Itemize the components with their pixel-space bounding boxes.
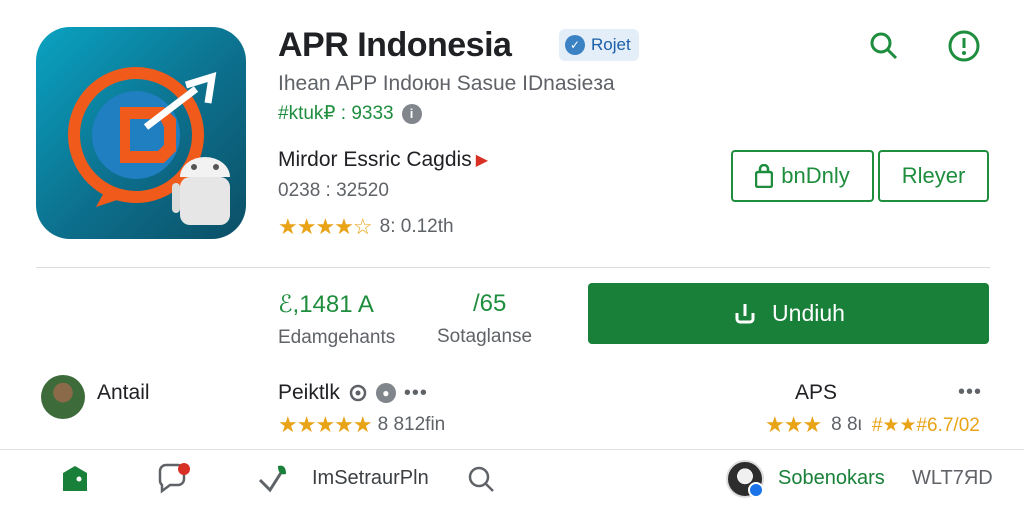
right-label: APS <box>795 381 838 404</box>
rating-row: ★★★★☆ 8: 0.12th <box>278 214 454 240</box>
review-title-row: Peiktlk ● ••• <box>278 381 428 405</box>
user-icon[interactable]: ● <box>375 383 396 403</box>
reviewer-avatar[interactable] <box>41 375 85 419</box>
review-stars: ★★★★★ <box>278 412 373 437</box>
stat-downloads: ℰ,1481 A Edamgehants <box>278 290 395 349</box>
download-icon <box>735 303 755 323</box>
right-stars: ★★★ <box>765 412 822 437</box>
profile-link[interactable]: Sobenokars <box>778 467 885 490</box>
app-version: 0238 : 32520 <box>278 180 389 201</box>
nav-search-text[interactable]: ImSetraurPln <box>312 467 429 490</box>
review-rating: ★★★★★ 8 812fin <box>278 412 445 438</box>
stat-value: /65 <box>473 290 507 317</box>
app-title: APR Indonesia <box>278 26 512 64</box>
app-icon <box>36 27 246 239</box>
secondary-outline-label: Rleyer <box>901 163 966 188</box>
stat-label: Sotaglanse <box>437 326 533 347</box>
stat-label: Edamgehants <box>278 327 396 348</box>
install-button[interactable]: Undiuh <box>588 283 989 344</box>
review-rating-text: 8 812fin <box>377 414 446 435</box>
review-title: Peiktlk <box>278 381 340 404</box>
app-logo-icon <box>68 67 230 225</box>
home-icon[interactable] <box>56 460 94 498</box>
search-icon[interactable] <box>866 28 902 64</box>
primary-outline-button[interactable]: bnDnly <box>731 150 874 202</box>
app-category: Mirdor Essric Cagdis ▶ <box>278 148 488 172</box>
review-menu-dots[interactable]: ••• <box>404 382 428 405</box>
settings-icon[interactable] <box>348 383 368 403</box>
verified-badge[interactable]: ✓ Rojet <box>559 29 639 61</box>
rating-text: 8: 0.12th <box>379 216 454 237</box>
verified-icon: ✓ <box>565 35 585 55</box>
developer-name[interactable]: #ktuk₽ : 9333 <box>278 102 394 125</box>
category-label: Mirdor Essric Cagdis <box>278 148 472 171</box>
install-label: Undiuh <box>772 300 845 326</box>
alert-circle-icon[interactable] <box>946 28 982 64</box>
profile-code: WLT7ЯD <box>912 467 993 489</box>
profile-avatar[interactable] <box>726 460 764 498</box>
rating-stars: ★★★★☆ <box>278 214 373 239</box>
chat-icon[interactable] <box>155 460 193 498</box>
leaf-icon[interactable] <box>254 460 292 498</box>
right-rating: ★★★ 8 8ι #★★#6.7/02 <box>765 412 980 438</box>
bottom-divider <box>0 449 1024 450</box>
stat-value: ℰ,1481 A <box>278 291 374 318</box>
stat-rating: /65 Sotaglanse <box>437 290 532 348</box>
play-flag-icon: ▶ <box>475 152 489 169</box>
lock-icon <box>755 164 774 188</box>
badge-label: Rojet <box>591 35 631 54</box>
section-divider <box>36 267 990 268</box>
app-subtitle: Ihean APP Indoюн Sasue IDnasieзa <box>278 72 615 95</box>
primary-outline-label: bnDnly <box>781 163 850 188</box>
right-rating-text: #★★#6.7/02 <box>871 414 980 436</box>
right-rating-number: 8 8ι <box>831 414 862 435</box>
info-circle-icon[interactable]: i <box>401 103 422 124</box>
developer-row: #ktuk₽ : 9333 i <box>278 102 422 125</box>
secondary-outline-button[interactable]: Rleyer <box>878 150 989 202</box>
reviewer-name[interactable]: Antail <box>97 381 150 405</box>
search-icon[interactable] <box>462 460 500 498</box>
more-options-icon[interactable]: ••• <box>958 381 982 404</box>
